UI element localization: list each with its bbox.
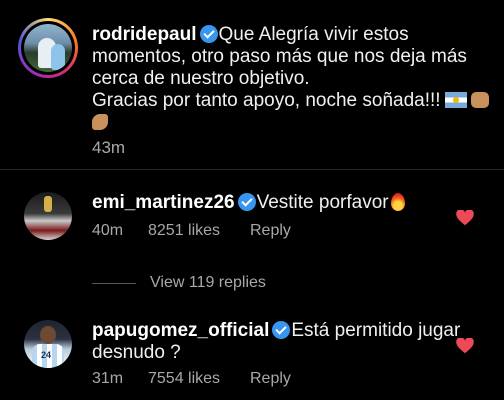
commenter-username[interactable]: emi_martinez26: [92, 192, 235, 213]
commenter-avatar[interactable]: [24, 192, 72, 240]
argentina-flag-icon: [444, 92, 467, 108]
reply-button[interactable]: Reply: [250, 222, 291, 240]
reply-button[interactable]: Reply: [250, 370, 291, 388]
comment-body: Vestite porfavor: [256, 192, 389, 213]
commenter-username[interactable]: papugomez_official: [92, 320, 269, 341]
caption-divider: [0, 169, 504, 170]
post-author-username[interactable]: rodridepaul: [92, 24, 197, 45]
caption-text: rodridepaul Que Alegría vivir estos momen…: [92, 24, 492, 134]
comment-timestamp: 40m: [92, 222, 124, 239]
post-author-avatar[interactable]: [18, 18, 78, 78]
verified-badge-icon: [199, 25, 218, 43]
fire-icon: [390, 193, 405, 211]
verified-badge-icon: [272, 321, 291, 339]
caption-line-2: Gracias por tanto apoyo, noche soñada!!!: [92, 90, 441, 111]
comment-likes-count[interactable]: 8251 likes: [148, 222, 250, 240]
replies-line: [92, 282, 136, 284]
post-caption: rodridepaul Que Alegría vivir estos momen…: [0, 0, 504, 168]
heart-icon[interactable]: [456, 338, 474, 354]
comment-likes-count[interactable]: 7554 likes: [148, 370, 250, 388]
flexed-biceps-icon: [92, 114, 108, 130]
comment-meta: 40m 8251 likes Reply: [92, 222, 291, 240]
comment-timestamp: 31m: [92, 370, 124, 387]
view-replies-label: View 119 replies: [150, 274, 266, 291]
commenter-avatar[interactable]: 24: [24, 320, 72, 368]
post-timestamp: 43m: [92, 138, 126, 157]
fist-bump-icon: [470, 92, 489, 108]
heart-icon[interactable]: [456, 210, 474, 226]
view-replies-button[interactable]: View 119 replies: [92, 274, 266, 292]
comment-text: emi_martinez26 Vestite porfavor: [92, 192, 405, 214]
comment-meta: 31m 7554 likes Reply: [92, 370, 291, 388]
verified-badge-icon: [237, 193, 256, 211]
comment-text: papugomez_official Está permitido jugar d…: [92, 320, 504, 364]
